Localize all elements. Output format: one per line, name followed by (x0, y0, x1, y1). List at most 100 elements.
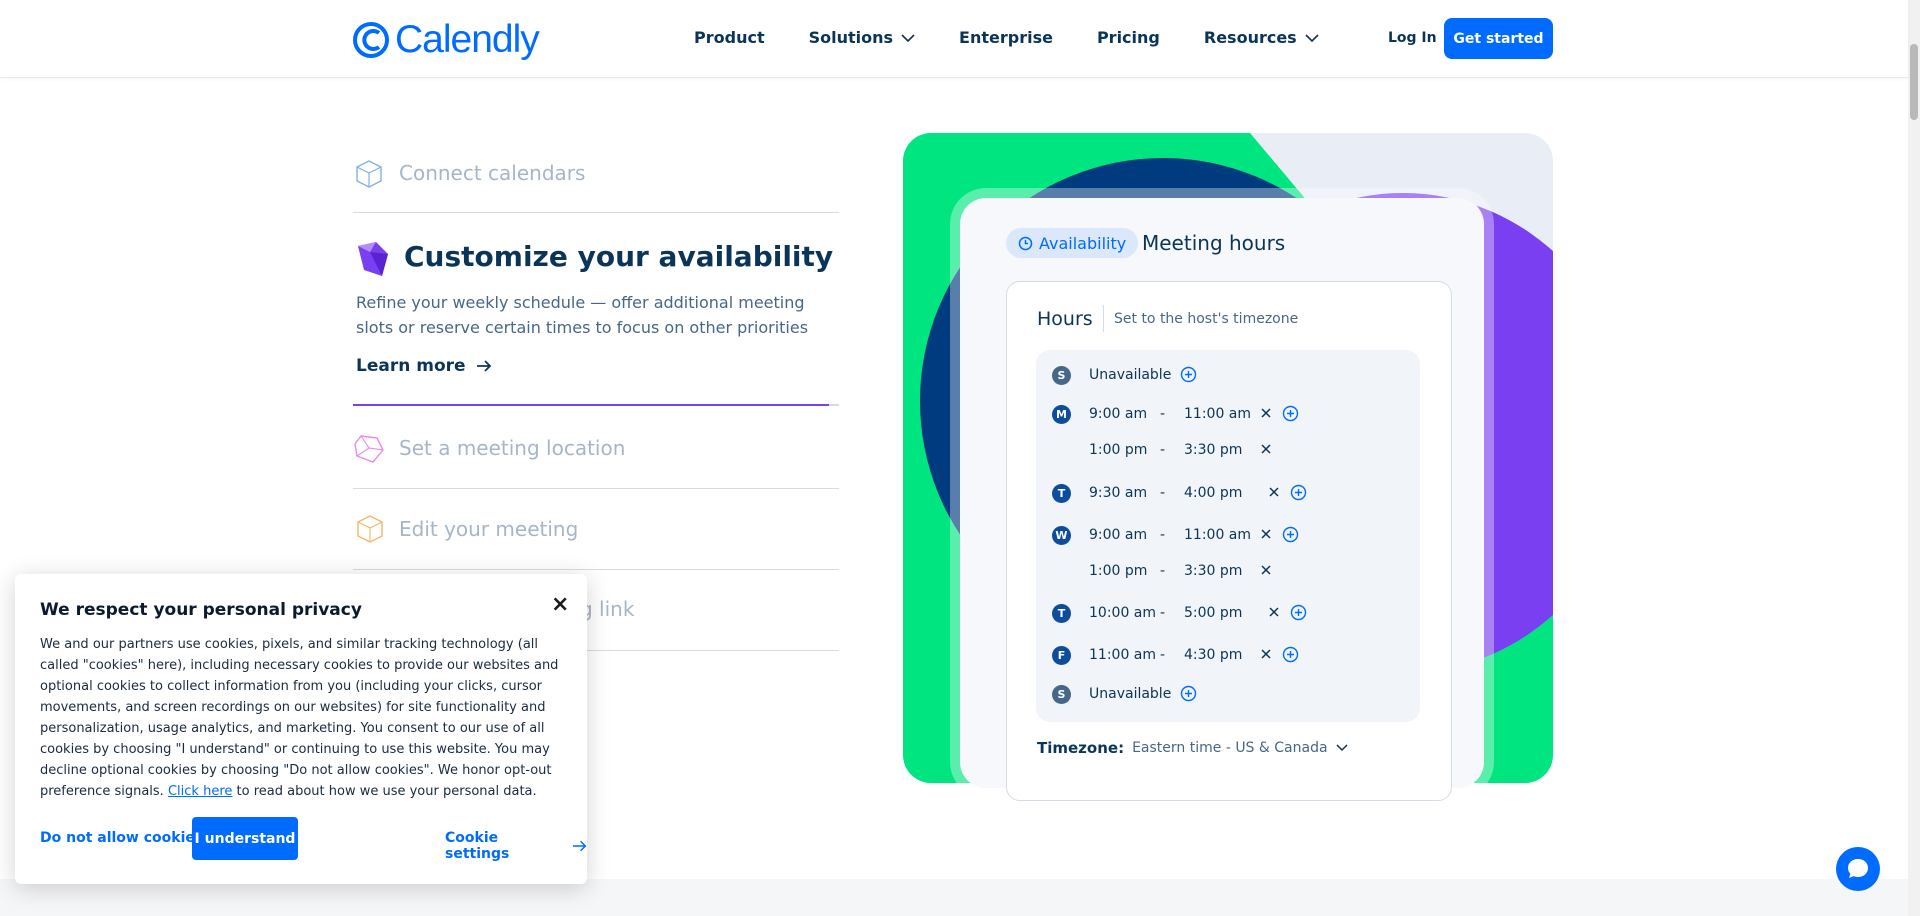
learn-more-label: Learn more (356, 356, 466, 376)
schedule-row: S Unavailable (1052, 683, 1197, 705)
slot-end-time[interactable]: 4:30 pm (1184, 647, 1242, 663)
schedule-row: F 11:00 am - 4:30 pm (1052, 644, 1299, 666)
slot-end-time[interactable]: 4:00 pm (1184, 485, 1242, 501)
cookie-body-tail: to read about how we use your personal d… (236, 784, 537, 799)
add-slot-icon[interactable] (1282, 405, 1299, 426)
learn-more-link[interactable]: Learn more (356, 356, 492, 376)
feature-meeting-location[interactable]: Set a meeting location (353, 432, 839, 464)
slot-start-time[interactable]: 1:00 pm (1089, 563, 1147, 579)
feature-connect-calendars[interactable]: Connect calendars (353, 157, 839, 189)
feature-divider (353, 212, 839, 213)
feature-title-active[interactable]: Customize your availability (404, 240, 833, 273)
unavailable-label: Unavailable (1089, 686, 1172, 702)
calendly-mark-icon (353, 22, 389, 58)
schedule-row: M 9:00 am - 11:00 am (1052, 403, 1299, 425)
logo-text: Calendly (395, 18, 540, 61)
remove-slot-icon[interactable] (1260, 648, 1272, 664)
slot-start-time[interactable]: 1:00 pm (1089, 442, 1147, 458)
close-icon[interactable]: × (551, 592, 569, 617)
day-badge: W (1052, 525, 1071, 545)
remove-slot-icon[interactable] (1260, 407, 1272, 423)
day-badge: M (1052, 404, 1071, 424)
slot-end-time[interactable]: 11:00 am (1184, 406, 1251, 422)
chevron-down-icon (1305, 33, 1319, 42)
add-slot-icon[interactable] (1282, 646, 1299, 667)
time-range-dash: - (1160, 485, 1166, 501)
meeting-hours-title: Meeting hours (1142, 231, 1286, 255)
nav-resources[interactable]: Resources (1204, 28, 1319, 47)
decline-cookies-button[interactable]: Do not allow cookies (40, 830, 203, 846)
arrow-right-icon (476, 360, 491, 372)
remove-slot-icon[interactable] (1268, 606, 1280, 622)
feature-progress-bar (353, 404, 839, 406)
hours-separator (1103, 305, 1104, 332)
chevron-down-icon (1336, 744, 1348, 752)
nav-product[interactable]: Product (694, 28, 765, 47)
edit-box-icon (357, 515, 383, 543)
accept-cookies-button[interactable]: I understand (192, 817, 298, 860)
feature-progress-fill (353, 404, 830, 406)
feature-edit-meeting[interactable]: Edit your meeting (353, 513, 839, 545)
calendly-logo[interactable]: Calendly (353, 18, 540, 62)
slot-end-time[interactable]: 11:00 am (1184, 527, 1251, 543)
time-range-dash: - (1160, 442, 1166, 458)
feature-divider (353, 488, 839, 489)
schedule-row: S Unavailable (1052, 364, 1197, 386)
cookie-body-text: We and our partners use cookies, pixels,… (40, 637, 559, 799)
schedule-row: W 9:00 am - 11:00 am (1052, 524, 1299, 546)
time-range-dash: - (1160, 527, 1166, 543)
slot-start-time[interactable]: 9:30 am (1089, 485, 1147, 501)
hours-heading: Hours (1037, 308, 1093, 330)
location-gem-icon (354, 435, 384, 463)
feature-title: g link (580, 597, 635, 621)
nav-label: Enterprise (959, 28, 1053, 47)
scrollbar-thumb[interactable] (1910, 44, 1918, 120)
feature-description: Refine your weekly schedule — offer addi… (356, 293, 809, 337)
time-range-dash: - (1160, 605, 1166, 621)
page-scrollbar[interactable] (1908, 0, 1920, 916)
feature-title: Edit your meeting (399, 517, 579, 541)
availability-tab[interactable]: Availability (1006, 228, 1139, 258)
feature-divider (353, 569, 839, 570)
remove-slot-icon[interactable] (1260, 443, 1272, 459)
slot-start-time[interactable]: 9:00 am (1089, 406, 1147, 422)
login-link[interactable]: Log In (1388, 30, 1437, 46)
add-slot-icon[interactable] (1180, 366, 1197, 387)
nav-solutions[interactable]: Solutions (809, 28, 915, 47)
chevron-down-icon (901, 33, 915, 42)
slot-start-time[interactable]: 9:00 am (1089, 527, 1147, 543)
slot-start-time[interactable]: 10:00 am (1089, 605, 1156, 621)
remove-slot-icon[interactable] (1260, 528, 1272, 544)
nav-label: Resources (1203, 28, 1297, 47)
arrow-right-icon (572, 840, 587, 852)
remove-slot-icon[interactable] (1260, 564, 1272, 580)
cookie-consent-banner: We respect your personal privacy × We an… (15, 574, 587, 884)
nav-pricing[interactable]: Pricing (1097, 28, 1160, 47)
cookie-settings-button[interactable]: Cookie settings (445, 830, 587, 862)
slot-end-time[interactable]: 3:30 pm (1184, 563, 1242, 579)
day-badge: S (1052, 684, 1071, 704)
slot-start-time[interactable]: 11:00 am (1089, 647, 1156, 663)
timezone-selector[interactable]: Timezone: Eastern time - US & Canada (1037, 739, 1348, 757)
time-range-dash: - (1160, 647, 1166, 663)
add-slot-icon[interactable] (1282, 526, 1299, 547)
add-slot-icon[interactable] (1290, 484, 1307, 505)
chat-button[interactable] (1836, 847, 1880, 891)
time-range-dash: - (1160, 563, 1166, 579)
slot-end-time[interactable]: 3:30 pm (1184, 442, 1242, 458)
day-badge: F (1052, 645, 1071, 665)
cookie-body: We and our partners use cookies, pixels,… (40, 634, 560, 802)
schedule-row: T 9:30 am - 4:00 pm (1052, 482, 1307, 504)
feature-title: Connect calendars (399, 161, 586, 185)
add-slot-icon[interactable] (1180, 685, 1197, 706)
cookie-settings-label: Cookie settings (445, 830, 510, 862)
remove-slot-icon[interactable] (1268, 486, 1280, 502)
cookie-policy-link[interactable]: Click here (168, 784, 232, 799)
slot-end-time[interactable]: 5:00 pm (1184, 605, 1242, 621)
nav-label: Pricing (1096, 28, 1160, 47)
add-slot-icon[interactable] (1290, 604, 1307, 625)
get-started-button[interactable]: Get started (1444, 18, 1553, 59)
nav-enterprise[interactable]: Enterprise (959, 28, 1053, 47)
timezone-label: Timezone: (1037, 739, 1125, 757)
availability-shape-icon (358, 242, 388, 276)
